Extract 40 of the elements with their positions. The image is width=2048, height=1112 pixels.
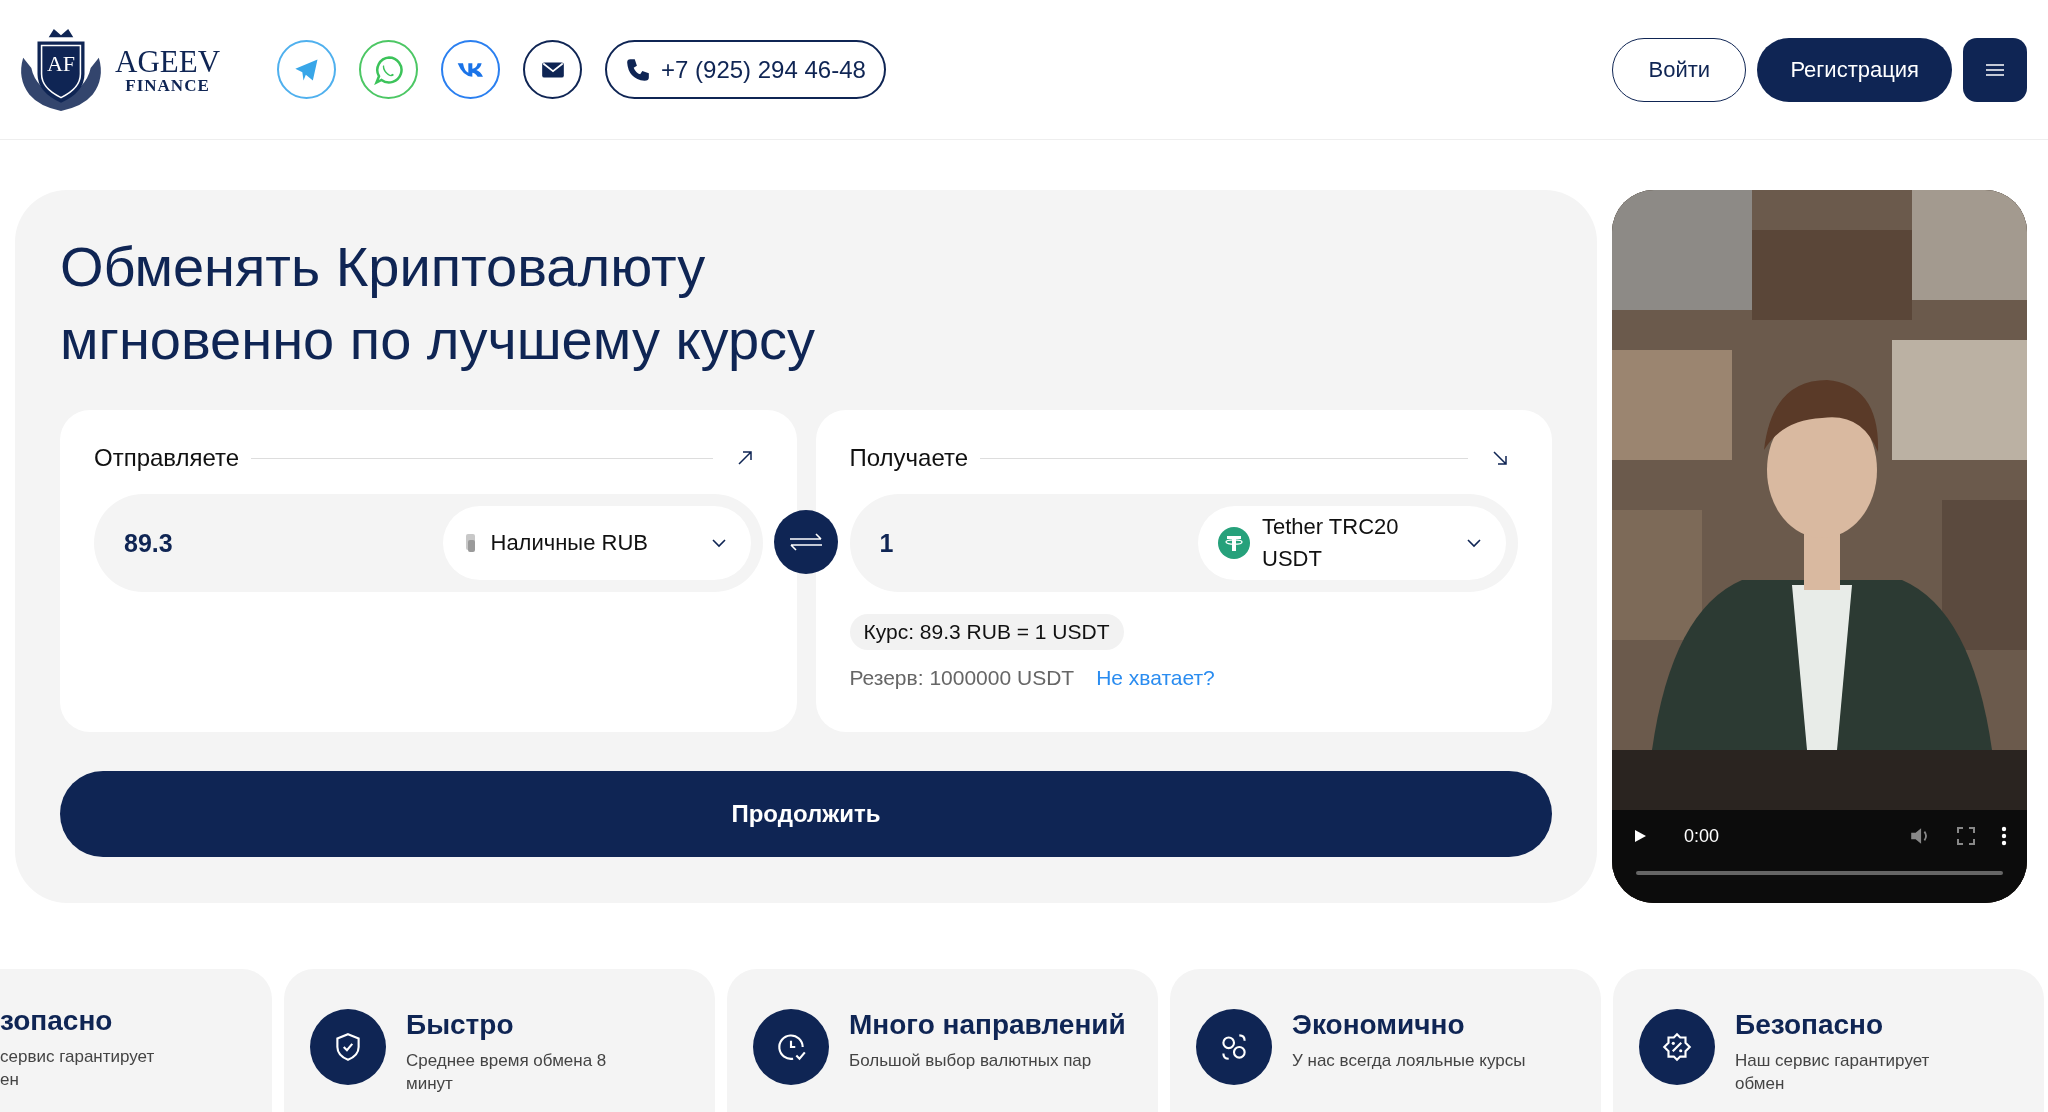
- logo-monogram: AF: [46, 53, 76, 76]
- register-button[interactable]: Регистрация: [1757, 37, 1952, 102]
- login-button[interactable]: Войти: [1612, 37, 1747, 102]
- amount-field[interactable]: 1 Tether TRC20 USDT: [849, 494, 1518, 592]
- phone-icon: [625, 56, 652, 83]
- feature-description: Среднее время обмена 8 минут: [406, 1050, 608, 1095]
- percent-badge-icon: [1660, 1030, 1694, 1064]
- feature-title: Много направлений: [849, 1009, 1126, 1041]
- feature-title: Быстро: [406, 1009, 515, 1041]
- video-time: 0:00: [1684, 825, 1720, 847]
- feature-description: У нас всегда лояльные курсы: [1292, 1050, 1527, 1072]
- reserve-amount: Резерв: 1000000 USDT: [849, 666, 1075, 690]
- panel-label: Получаете: [849, 444, 969, 472]
- fullscreen-icon: [1957, 827, 1975, 845]
- currency-select[interactable]: Наличные RUB: [442, 506, 751, 580]
- chat-phone-icon: [373, 54, 404, 85]
- amount-value: 1: [879, 528, 895, 558]
- panel-label: Отправляете: [94, 444, 240, 472]
- amount-field[interactable]: 89.3 Наличные RUB: [94, 494, 763, 592]
- video-player[interactable]: 0:00: [1612, 190, 2027, 903]
- swap-arrows-icon: [788, 532, 824, 552]
- feature-description: Большой выбор валютных пар: [849, 1050, 1093, 1072]
- feature-description: сервис гарантирует ен: [0, 1046, 156, 1091]
- more-icon: [2001, 826, 2007, 846]
- play-icon: [1632, 828, 1648, 844]
- continue-button[interactable]: Продолжить: [60, 771, 1552, 857]
- tether-coin-icon: [1218, 527, 1250, 559]
- currency-select[interactable]: Tether TRC20 USDT: [1198, 506, 1506, 580]
- logo-wordmark: AGEEV: [115, 45, 221, 77]
- menu-button[interactable]: [1963, 37, 2027, 102]
- logo-subtitle: FINANCE: [125, 76, 210, 94]
- arrow-down-right-icon: [1490, 448, 1510, 468]
- exchange-rate: Курс: 89.3 RUB = 1 USDT: [849, 614, 1124, 650]
- feature-title: зопасно: [0, 1005, 114, 1037]
- page-heading: Обменять Криптовалюту мгновенно по лучшему курсу: [60, 234, 817, 373]
- feature-title: Безопасно: [1735, 1009, 1885, 1041]
- feature-description: Наш сервис гарантирует обмен: [1735, 1050, 1931, 1095]
- amount-value: 89.3: [124, 528, 174, 558]
- feature-title: Экономично: [1292, 1009, 1466, 1041]
- phone-button[interactable]: +7 (925) 294 46-48: [605, 40, 886, 99]
